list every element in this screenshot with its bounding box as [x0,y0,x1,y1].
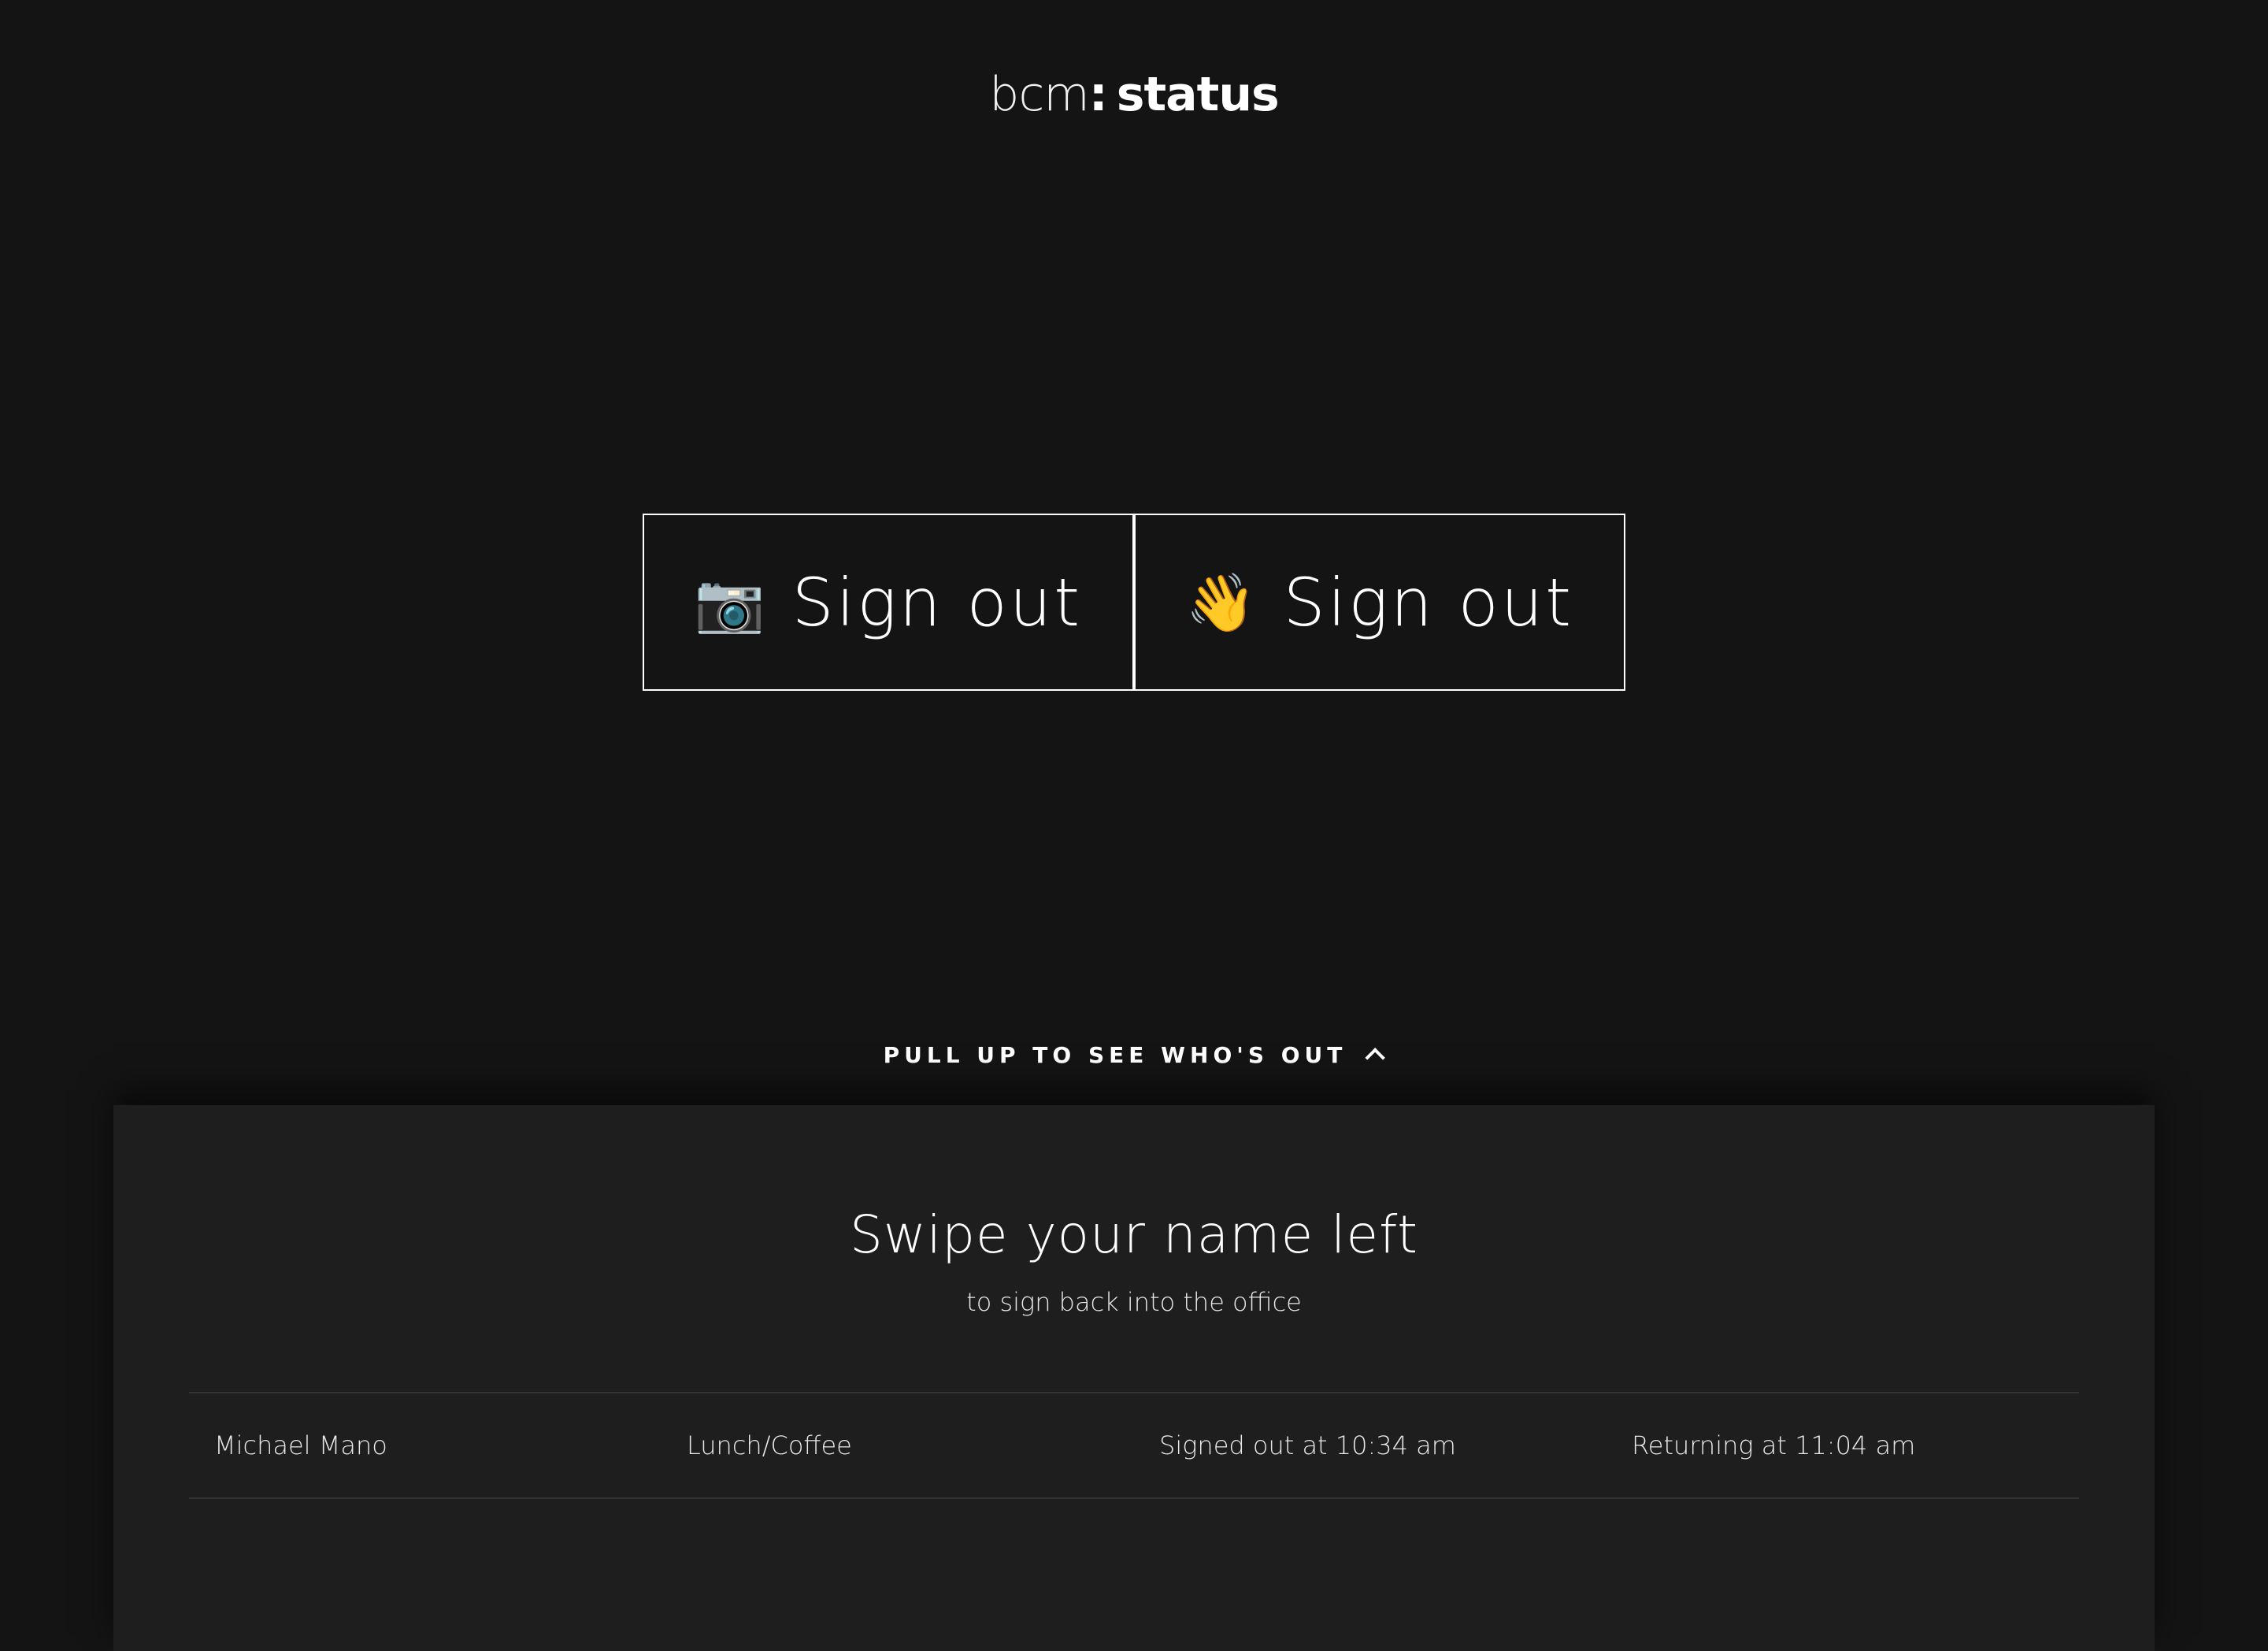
sign-out-photo-label: Sign out [791,563,1083,641]
panel-subtitle: to sign back into the office [966,1287,1302,1317]
signed-out-row[interactable]: Michael Mano Lunch/Coffee Signed out at … [189,1392,2079,1499]
signed-out-time: Signed out at 10:34 am [1159,1430,1456,1460]
logo-separator: : [1088,67,1108,122]
pull-up-handle[interactable]: PULL UP TO SEE WHO'S OUT [0,1038,2268,1073]
signed-out-list: Michael Mano Lunch/Coffee Signed out at … [189,1392,2079,1499]
panel-title: Swipe your name left [849,1204,1419,1265]
sign-out-wave-label: Sign out [1283,563,1574,641]
sign-out-options: 📷 Sign out 👋 Sign out [643,514,1625,691]
camera-icon: 📷 [694,569,765,636]
whos-out-panel: Swipe your name left to sign back into t… [113,1105,2155,1651]
app-logo: bcm: status [0,63,2268,126]
status-page: bcm: status 📷 Sign out 👋 Sign out PULL UP… [0,0,2268,1651]
waving-hand-icon: 👋 [1185,569,1257,636]
person-name: Michael Mano [214,1430,387,1460]
sign-out-photo-button[interactable]: 📷 Sign out [643,514,1134,691]
returning-time: Returning at 11:04 am [1632,1430,1916,1460]
absence-reason: Lunch/Coffee [687,1430,852,1460]
chevron-up-icon [1365,1048,1386,1068]
sign-out-wave-button[interactable]: 👋 Sign out [1134,514,1625,691]
pull-up-label: PULL UP TO SEE WHO'S OUT [883,1042,1347,1068]
logo-brand: bcm [989,67,1090,122]
logo-word: status [1116,67,1280,122]
